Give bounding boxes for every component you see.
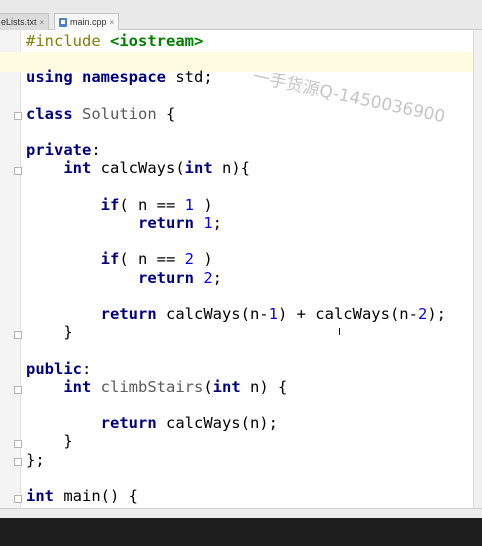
code-line[interactable]: int calcWays(int n){ [26,159,250,177]
text-cursor-icon: I [338,327,341,338]
vertical-scrollbar[interactable] [473,30,482,508]
tab-cmakelists[interactable]: eLists.txt × [0,13,50,30]
code-line[interactable]: } [26,323,72,341]
tab-main-cpp[interactable]: main.cpp × [54,13,120,30]
code-line[interactable]: int climbStairs(int n) { [26,378,287,396]
fold-marker-icon[interactable] [14,495,22,503]
fold-marker-icon[interactable] [14,386,22,394]
code-line[interactable]: private: [26,141,101,159]
fold-marker-icon[interactable] [14,112,22,120]
code-line[interactable]: return calcWays(n-1) + calcWays(n-2); [26,305,446,323]
code-line[interactable]: if( n == 1 ) [26,196,213,214]
fold-marker-icon[interactable] [14,440,22,448]
tab-label: eLists.txt [1,17,37,27]
close-icon[interactable]: × [110,18,115,27]
fold-marker-icon[interactable] [14,167,22,175]
code-line[interactable]: public: [26,360,91,378]
fold-marker-icon[interactable] [14,458,22,466]
close-icon[interactable]: × [40,18,45,27]
code-line[interactable]: if( n == 2 ) [26,250,213,268]
code-line[interactable]: return calcWays(n); [26,414,278,432]
code-line[interactable]: return 2; [26,269,222,287]
status-bar [0,518,482,546]
code-line[interactable]: } [26,432,72,450]
code-line[interactable]: class Solution { [26,105,175,123]
code-line[interactable]: #include <iostream> [26,32,203,50]
fold-marker-icon[interactable] [14,331,22,339]
tab-label: main.cpp [70,17,107,27]
code-line[interactable]: using namespace std; [26,68,213,86]
code-line[interactable]: }; [26,451,45,469]
cpp-file-icon [59,17,67,27]
code-line[interactable]: int main() { [26,487,138,505]
editor-tab-bar: eLists.txt × main.cpp × [0,0,482,30]
code-line[interactable]: return 1; [26,214,222,232]
editor-gutter [0,30,21,508]
